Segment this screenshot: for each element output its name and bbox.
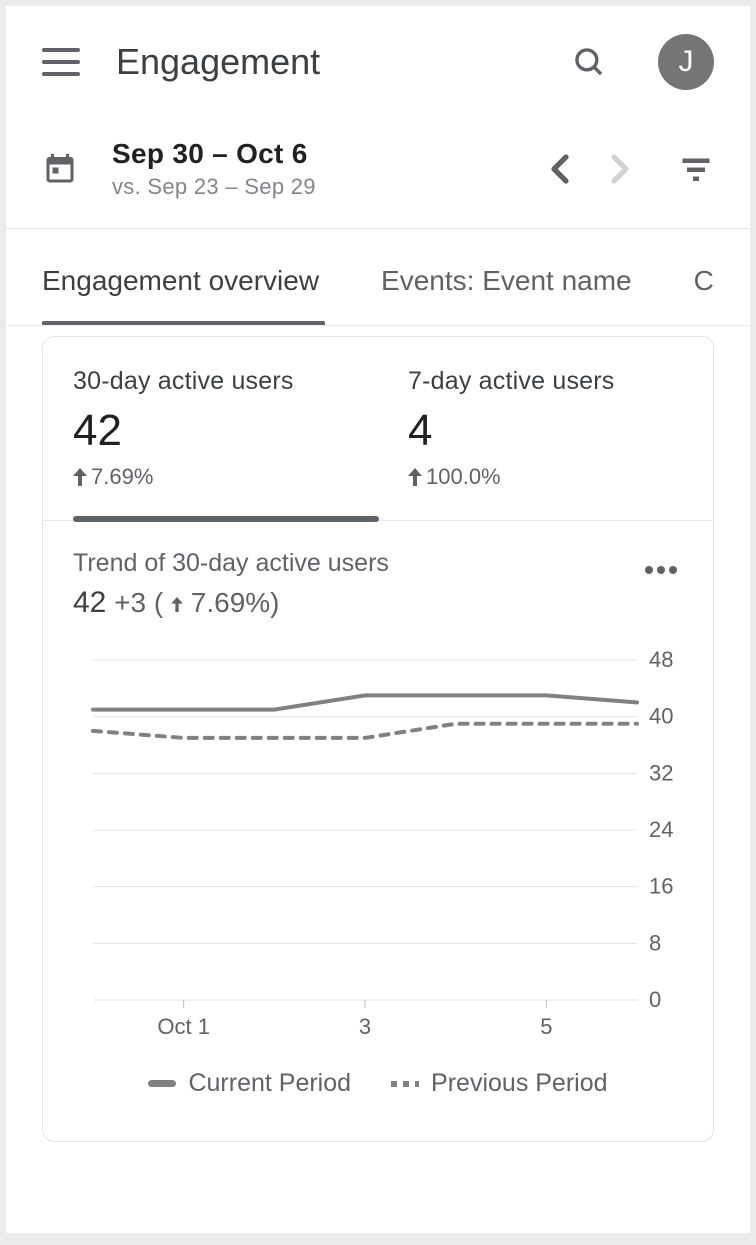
metric-value: 42	[73, 406, 378, 456]
calendar-icon[interactable]	[42, 151, 78, 187]
next-period-button[interactable]	[600, 149, 640, 189]
engagement-card: 30-day active users 42 7.69% 7-day activ…	[42, 336, 714, 1142]
top-bar: Engagement J	[6, 6, 750, 118]
more-icon[interactable]	[639, 557, 683, 583]
metric-7day-active-users[interactable]: 7-day active users 4 100.0%	[378, 337, 713, 520]
metric-tabs: 30-day active users 42 7.69% 7-day activ…	[43, 337, 713, 521]
arrow-up-icon	[73, 468, 87, 486]
menu-icon[interactable]	[42, 48, 80, 76]
tab-partial[interactable]: C	[694, 265, 714, 325]
filter-icon[interactable]	[678, 151, 714, 187]
avatar[interactable]: J	[658, 34, 714, 90]
date-row: Sep 30 – Oct 6 vs. Sep 23 – Sep 29	[6, 118, 750, 228]
svg-text:3: 3	[359, 1014, 371, 1039]
page-title: Engagement	[116, 41, 572, 83]
metric-delta: 100.0%	[408, 464, 713, 490]
svg-text:24: 24	[649, 817, 673, 842]
date-range[interactable]: Sep 30 – Oct 6 vs. Sep 23 – Sep 29	[112, 138, 530, 200]
prev-period-button[interactable]	[540, 149, 580, 189]
legend-solid-swatch	[148, 1080, 176, 1087]
avatar-initial: J	[679, 45, 694, 79]
svg-text:32: 32	[649, 760, 673, 785]
metric-label: 30-day active users	[73, 367, 378, 396]
metric-30day-active-users[interactable]: 30-day active users 42 7.69%	[43, 337, 378, 520]
arrow-up-icon	[408, 468, 422, 486]
metric-delta: 7.69%	[73, 464, 378, 490]
svg-text:0: 0	[649, 987, 661, 1012]
svg-text:5: 5	[540, 1014, 552, 1039]
svg-text:16: 16	[649, 874, 673, 899]
metric-indicator	[73, 516, 379, 522]
svg-text:Oct 1: Oct 1	[157, 1014, 210, 1039]
svg-text:48: 48	[649, 650, 673, 672]
tabs: Engagement overview Events: Event name C	[6, 229, 750, 326]
metric-label: 7-day active users	[408, 367, 713, 396]
chart-legend: Current Period Previous Period	[73, 1069, 683, 1098]
chart-title: Trend of 30-day active users	[73, 549, 639, 578]
metric-value: 4	[408, 406, 713, 456]
chart-subtitle: 42 +3 ( 7.69%)	[73, 586, 639, 620]
legend-previous: Previous Period	[391, 1069, 607, 1098]
legend-dashed-swatch	[391, 1081, 419, 1087]
date-range-compare: vs. Sep 23 – Sep 29	[112, 174, 530, 200]
chart-area: Trend of 30-day active users 42 +3 ( 7.6…	[43, 521, 713, 1141]
arrow-up-icon	[171, 597, 183, 612]
date-range-main: Sep 30 – Oct 6	[112, 138, 530, 170]
tab-events-event-name[interactable]: Events: Event name	[381, 265, 632, 325]
svg-text:8: 8	[649, 930, 661, 955]
svg-text:40: 40	[649, 704, 673, 729]
trend-chart: 0 8 16 24 32 40 48 Oct 1 3 5	[73, 650, 685, 1050]
search-icon[interactable]	[572, 45, 606, 79]
legend-current: Current Period	[148, 1069, 351, 1098]
tab-engagement-overview[interactable]: Engagement overview	[42, 265, 319, 325]
